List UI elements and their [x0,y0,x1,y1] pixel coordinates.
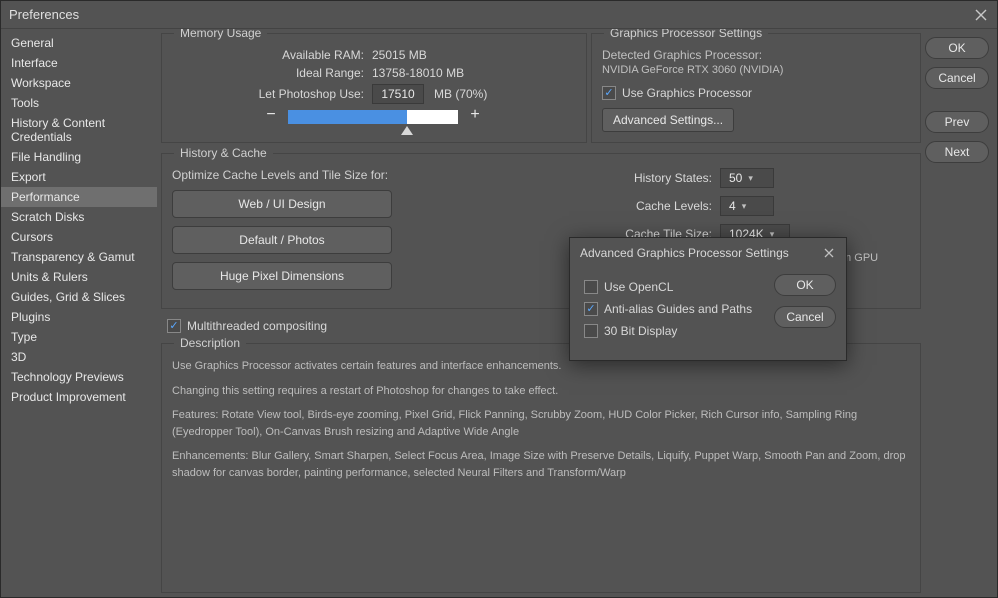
let-use-input[interactable] [372,84,424,104]
slider-increase-button[interactable]: + [466,108,484,126]
cache-levels-select[interactable]: 4▾ [720,196,774,216]
detected-gpu-label: Detected Graphics Processor: [602,48,910,62]
gpu-settings-group: Graphics Processor Settings Detected Gra… [591,33,921,143]
antialias-checkbox[interactable] [584,302,598,316]
sidebar-item-interface[interactable]: Interface [1,53,157,73]
antialias-label: Anti-alias Guides and Paths [604,302,752,316]
sidebar-item-plugins[interactable]: Plugins [1,307,157,327]
description-p4: Enhancements: Blur Gallery, Smart Sharpe… [172,448,910,481]
description-p3: Features: Rotate View tool, Birds-eye zo… [172,407,910,440]
description-title: Description [174,336,246,350]
gpu-settings-title: Graphics Processor Settings [604,29,768,40]
use-opencl-label: Use OpenCL [604,280,673,294]
sidebar-item-general[interactable]: General [1,33,157,53]
multithreaded-checkbox[interactable] [167,319,181,333]
ideal-range-value: 13758-18010 MB [372,66,464,80]
sidebar-item-performance[interactable]: Performance [1,187,157,207]
use-gpu-label: Use Graphics Processor [622,86,752,100]
sidebar-item-export[interactable]: Export [1,167,157,187]
cancel-button[interactable]: Cancel [925,67,989,89]
modal-title: Advanced Graphics Processor Settings [580,246,822,260]
ok-button[interactable]: OK [925,37,989,59]
description-p2: Changing this setting requires a restart… [172,383,910,400]
let-use-label: Let Photoshop Use: [172,87,372,101]
preferences-window: Preferences GeneralInterfaceWorkspaceToo… [0,0,998,598]
cache-levels-value: 4 [729,199,736,213]
slider-thumb-icon[interactable] [401,126,413,135]
detected-gpu-value: NVIDIA GeForce RTX 3060 (NVIDIA) [602,64,910,76]
advanced-gpu-modal: Advanced Graphics Processor Settings Use… [569,237,847,361]
history-states-value: 50 [729,171,742,185]
memory-usage-group: Memory Usage Available RAM: 25015 MB Ide… [161,33,587,143]
sidebar-item-transparency-gamut[interactable]: Transparency & Gamut [1,247,157,267]
close-icon[interactable] [973,7,989,23]
preset-huge-button[interactable]: Huge Pixel Dimensions [172,262,392,290]
chevron-down-icon: ▾ [748,173,753,184]
available-ram-label: Available RAM: [172,48,372,62]
sidebar-item-technology-previews[interactable]: Technology Previews [1,367,157,387]
modal-close-icon[interactable] [822,246,836,260]
sidebar-item-workspace[interactable]: Workspace [1,73,157,93]
sidebar-item-file-handling[interactable]: File Handling [1,147,157,167]
30bit-label: 30 Bit Display [604,324,677,338]
chevron-down-icon: ▾ [742,201,747,212]
history-states-select[interactable]: 50 ▾ [720,168,774,188]
preset-web-ui-button[interactable]: Web / UI Design [172,190,392,218]
optimize-hint: Optimize Cache Levels and Tile Size for: [172,168,594,182]
category-sidebar: GeneralInterfaceWorkspaceToolsHistory & … [1,29,157,597]
prev-button[interactable]: Prev [925,111,989,133]
sidebar-item-history-content-credentials[interactable]: History & Content Credentials [1,113,157,147]
description-group: Description Use Graphics Processor activ… [161,343,921,593]
sidebar-item-units-rulers[interactable]: Units & Rulers [1,267,157,287]
cache-levels-label: Cache Levels: [610,199,720,213]
sidebar-item-guides-grid-slices[interactable]: Guides, Grid & Slices [1,287,157,307]
let-use-suffix: MB (70%) [424,87,487,101]
sidebar-item-type[interactable]: Type [1,327,157,347]
sidebar-item-3d[interactable]: 3D [1,347,157,367]
slider-decrease-button[interactable]: − [262,108,280,126]
use-gpu-checkbox[interactable] [602,86,616,100]
modal-cancel-button[interactable]: Cancel [774,306,836,328]
modal-ok-button[interactable]: OK [774,274,836,296]
available-ram-value: 25015 MB [372,48,427,62]
window-title: Preferences [9,7,973,22]
history-cache-title: History & Cache [174,146,273,160]
sidebar-item-scratch-disks[interactable]: Scratch Disks [1,207,157,227]
sidebar-item-tools[interactable]: Tools [1,93,157,113]
memory-usage-title: Memory Usage [174,29,267,40]
advanced-settings-button[interactable]: Advanced Settings... [602,108,734,132]
30bit-checkbox[interactable] [584,324,598,338]
sidebar-item-product-improvement[interactable]: Product Improvement [1,387,157,407]
titlebar: Preferences [1,1,997,29]
multithreaded-label: Multithreaded compositing [187,319,327,333]
preset-default-button[interactable]: Default / Photos [172,226,392,254]
ideal-range-label: Ideal Range: [172,66,372,80]
use-opencl-checkbox[interactable] [584,280,598,294]
sidebar-item-cursors[interactable]: Cursors [1,227,157,247]
memory-slider[interactable] [288,110,458,124]
history-states-label: History States: [610,171,720,185]
next-button[interactable]: Next [925,141,989,163]
